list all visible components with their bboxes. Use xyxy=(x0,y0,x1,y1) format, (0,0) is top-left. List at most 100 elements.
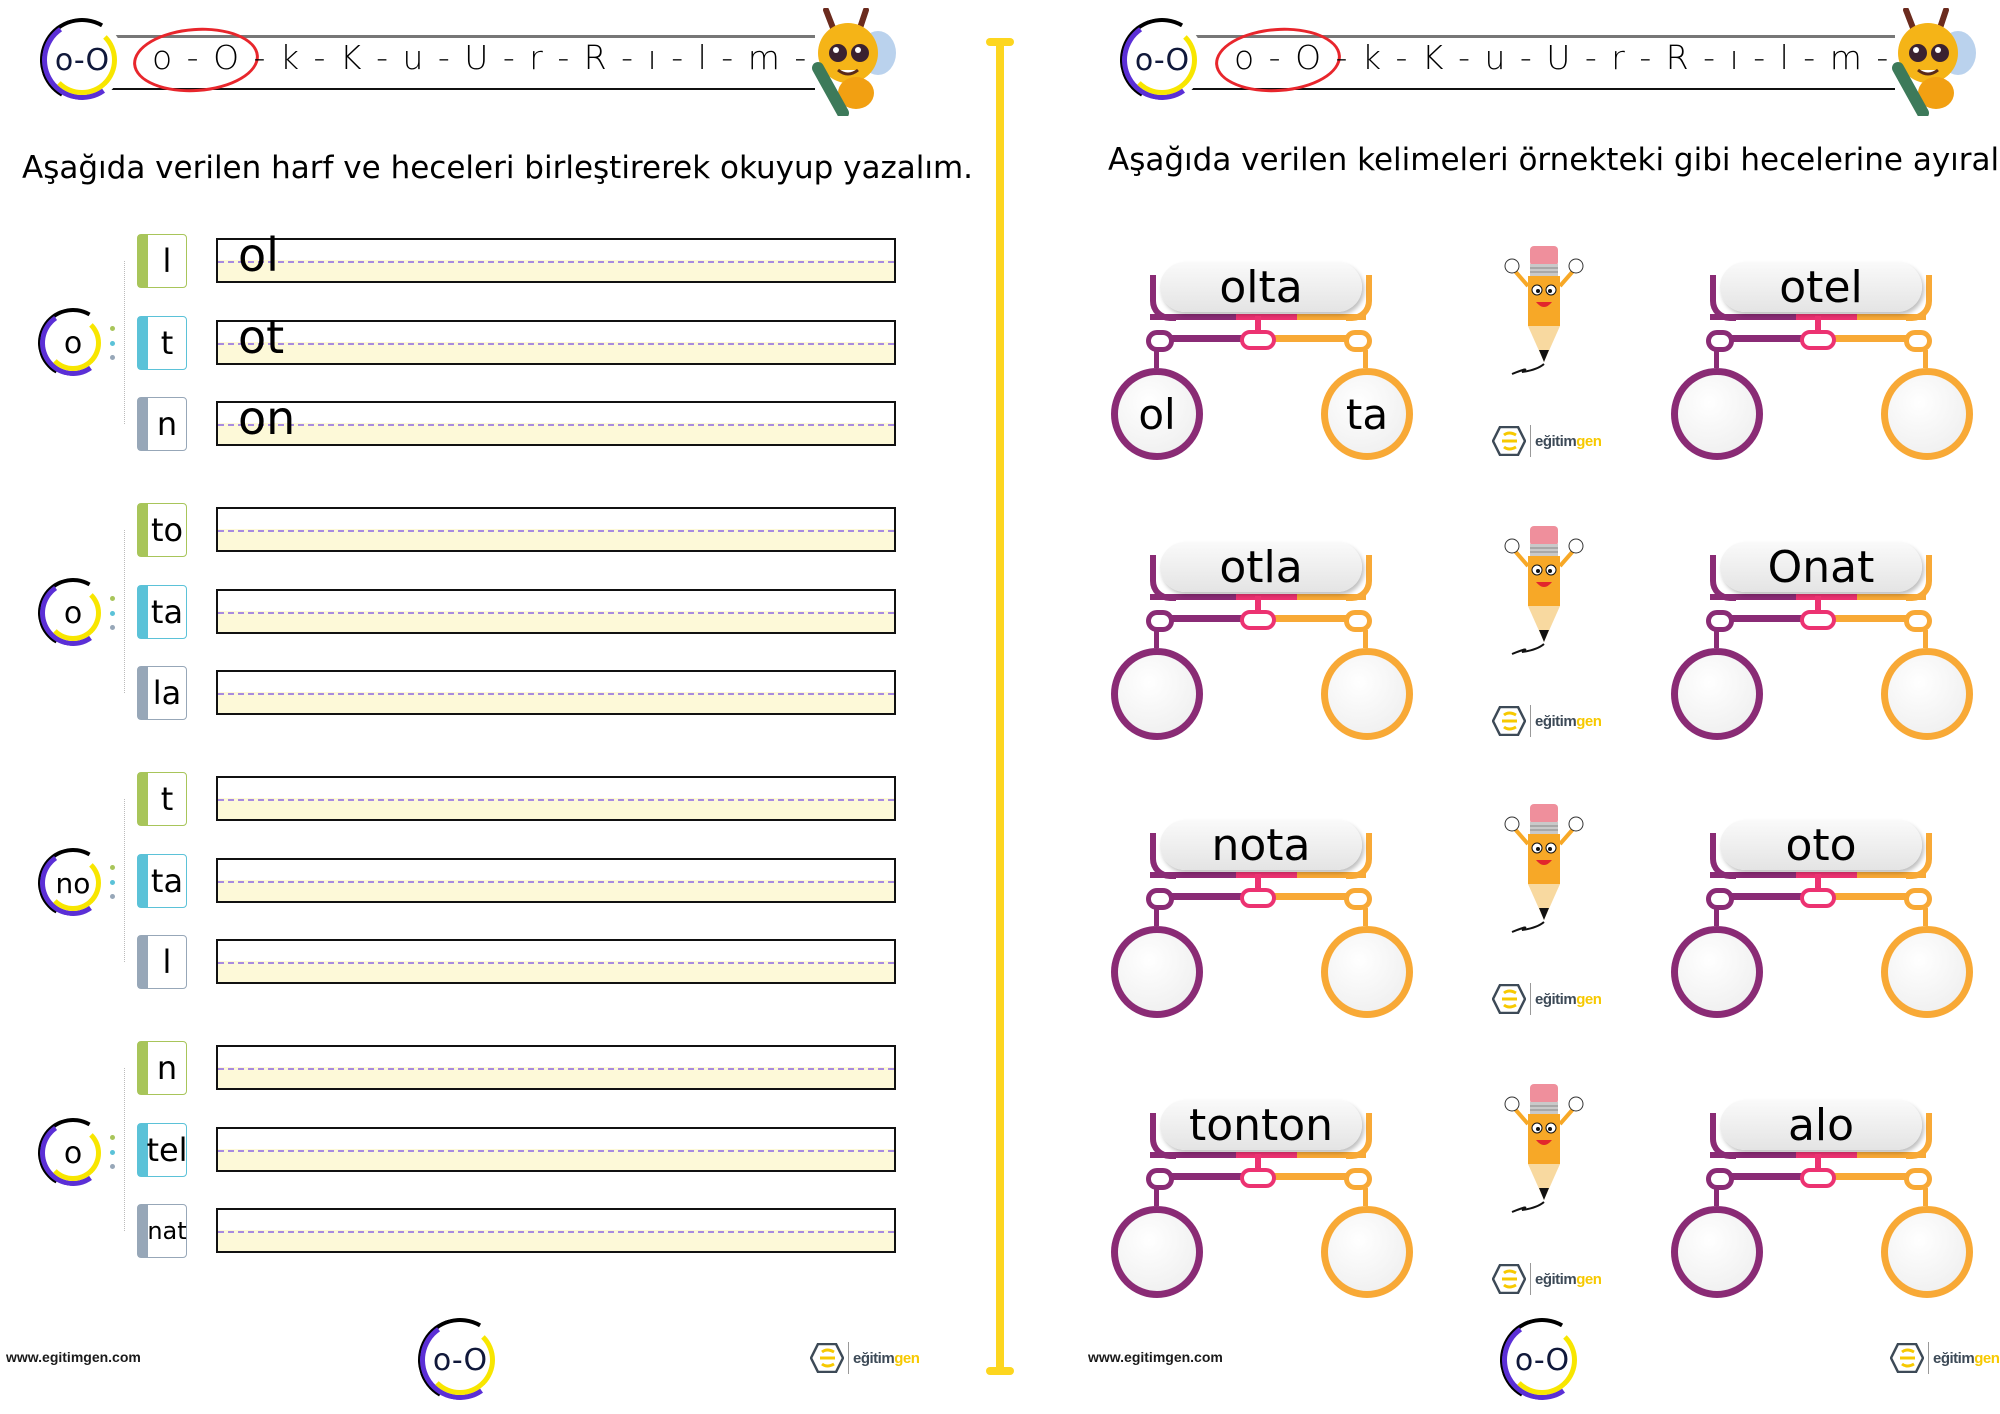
syllable-answer-circle-2[interactable] xyxy=(1321,1206,1413,1298)
page-divider-cap xyxy=(986,1367,1014,1375)
connector-dot xyxy=(110,1150,115,1155)
syllable-answer-circle-2[interactable] xyxy=(1881,648,1973,740)
syllable-answer-circle-1[interactable] xyxy=(1111,1206,1203,1298)
syllable-answer-circle-2[interactable] xyxy=(1321,648,1413,740)
card-branch-left xyxy=(1730,1173,1802,1180)
root-circle: o xyxy=(30,1110,116,1196)
page-divider-cap xyxy=(986,38,1014,46)
connector-dot xyxy=(110,894,115,899)
letter-sequence: o - O - k - K - u - U - r - R - ı - l - … xyxy=(1234,38,1934,77)
word-pill: oto xyxy=(1720,820,1922,871)
root-circle: no xyxy=(30,840,116,926)
card-elbow-right xyxy=(1344,330,1372,352)
card-junction xyxy=(1800,610,1836,630)
footer-url[interactable]: www.egitimgen.com xyxy=(1088,1349,1223,1365)
connector-line xyxy=(124,1068,125,1231)
footer-url[interactable]: www.egitimgen.com xyxy=(6,1349,141,1365)
pencil-mascot-icon xyxy=(1492,242,1592,382)
word-pill: otla xyxy=(1160,542,1362,593)
syllable-answer-circle-2[interactable] xyxy=(1321,926,1413,1018)
card-elbow-right xyxy=(1904,330,1932,352)
writing-line[interactable] xyxy=(216,1208,896,1253)
card-branch-right xyxy=(1274,893,1352,900)
card-drop-right xyxy=(1923,350,1928,368)
card-elbow-left xyxy=(1706,330,1734,352)
card-elbow-right xyxy=(1344,888,1372,910)
card-junction xyxy=(1800,330,1836,350)
card-elbow-left xyxy=(1706,1168,1734,1190)
syllable-tab: t xyxy=(137,772,187,826)
card-drop-right xyxy=(1363,630,1368,648)
card-junction xyxy=(1800,888,1836,908)
word-card: tonton xyxy=(1100,1088,1420,1318)
writing-line[interactable] xyxy=(216,776,896,821)
card-branch-left xyxy=(1730,893,1802,900)
card-branch-right xyxy=(1834,893,1912,900)
syllable-answer-circle-2[interactable] xyxy=(1881,368,1973,460)
card-branch-left xyxy=(1170,615,1242,622)
syllable-answer-circle-1[interactable] xyxy=(1111,926,1203,1018)
card-drop-left xyxy=(1714,908,1719,926)
writing-line[interactable]: ol xyxy=(216,228,896,283)
answer-text: on xyxy=(238,391,296,445)
word-card: oto xyxy=(1660,808,1980,1038)
card-elbow-left xyxy=(1146,888,1174,910)
egitimgen-hex-logo-icon xyxy=(810,1343,844,1373)
writing-line[interactable] xyxy=(216,589,896,634)
card-drop-right xyxy=(1923,1188,1928,1206)
egitimgen-logo: eğitimgen xyxy=(1492,705,1602,737)
writing-line[interactable] xyxy=(216,507,896,552)
card-elbow-left xyxy=(1146,1168,1174,1190)
syllable-answer-circle-1[interactable] xyxy=(1671,368,1763,460)
card-branch-left xyxy=(1170,893,1242,900)
word-pill: alo xyxy=(1720,1100,1922,1151)
card-elbow-right xyxy=(1904,888,1932,910)
right-instruction: Aşağıda verilen kelimeleri örnekteki gib… xyxy=(1108,142,2000,178)
writing-line[interactable] xyxy=(216,1127,896,1172)
egitimgen-logo: eğitimgen xyxy=(810,1342,920,1374)
syllable-answer-circle-1[interactable] xyxy=(1671,1206,1763,1298)
writing-line[interactable]: ot xyxy=(216,310,896,365)
word-card: otla xyxy=(1100,530,1420,760)
writing-line[interactable]: on xyxy=(216,391,896,446)
syllable-answer-circle-1[interactable] xyxy=(1671,926,1763,1018)
card-drop-left xyxy=(1154,908,1159,926)
card-drop-right xyxy=(1363,1188,1368,1206)
connector-line xyxy=(124,530,125,693)
egitimgen-hex-logo-icon xyxy=(1492,426,1526,456)
writing-line[interactable] xyxy=(216,939,896,984)
card-branch-right xyxy=(1834,1173,1912,1180)
card-branch-right xyxy=(1274,615,1352,622)
writing-line[interactable] xyxy=(216,858,896,903)
card-elbow-left xyxy=(1706,610,1734,632)
connector-dot xyxy=(110,625,115,630)
left-instruction: Aşağıda verilen harf ve heceleri birleşt… xyxy=(22,150,974,186)
o-O-logo: o-O xyxy=(1110,8,1214,112)
syllable-answer-circle-1[interactable] xyxy=(1111,648,1203,740)
connector-dot xyxy=(110,355,115,360)
syllable-answer-circle-1[interactable] xyxy=(1671,648,1763,740)
word-card: otel xyxy=(1660,250,1980,480)
syllable-answer-circle-2[interactable]: ta xyxy=(1321,368,1413,460)
card-branch-left xyxy=(1730,335,1802,342)
card-drop-left xyxy=(1154,350,1159,368)
connector-line xyxy=(124,799,125,962)
writing-line[interactable] xyxy=(216,670,896,715)
bee-mascot-icon xyxy=(812,8,896,116)
syllable-tab: to xyxy=(137,503,187,557)
page-divider xyxy=(996,40,1004,1373)
word-card: olta ol ta xyxy=(1100,250,1420,480)
connector-dot xyxy=(110,341,115,346)
word-card: alo xyxy=(1660,1088,1980,1318)
card-junction xyxy=(1240,610,1276,630)
syllable-tab: la xyxy=(137,666,187,720)
card-drop-left xyxy=(1714,1188,1719,1206)
card-junction xyxy=(1240,1168,1276,1188)
card-elbow-right xyxy=(1344,1168,1372,1190)
writing-line[interactable] xyxy=(216,1045,896,1090)
syllable-answer-circle-1[interactable]: ol xyxy=(1111,368,1203,460)
syllable-answer-circle-2[interactable] xyxy=(1881,926,1973,1018)
syllable-answer-circle-2[interactable] xyxy=(1881,1206,1973,1298)
card-branch-right xyxy=(1834,335,1912,342)
pencil-mascot-icon xyxy=(1492,800,1592,940)
